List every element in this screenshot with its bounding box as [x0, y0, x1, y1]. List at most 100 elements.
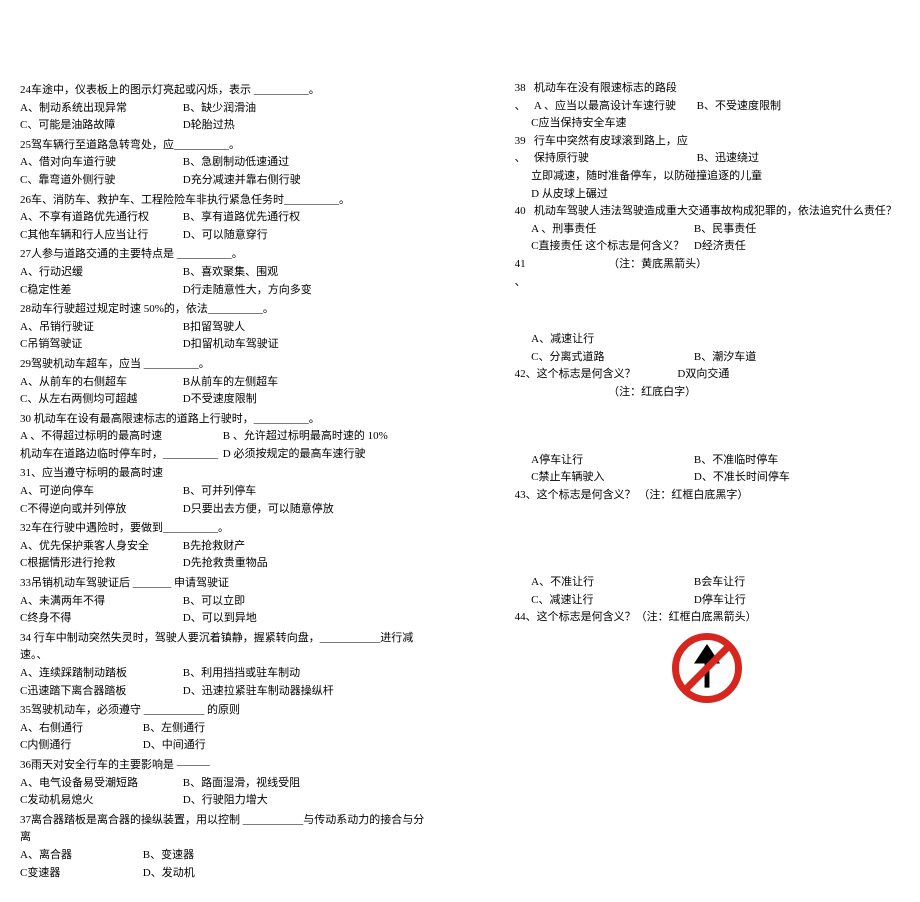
q28-option-c: C吊销驾驶证: [20, 336, 180, 354]
q34-option-a: A、连续踩踏制动踏板: [20, 665, 180, 683]
q40-num: 40: [515, 205, 526, 217]
q25-option-c: C、靠弯道外侧行驶: [20, 172, 180, 190]
q29-option-a: A、从前车的右侧超车: [20, 374, 180, 392]
q42-option-a: A停车让行: [531, 452, 691, 470]
q35-option-a: A、右侧通行: [20, 720, 140, 738]
q34-stem: 34 行车中制动突然失灵时，驾驶人要沉着镇静，握紧转向盘，___________…: [20, 630, 425, 665]
q42-note: （注：红底白字）: [608, 386, 696, 398]
q32-option-a: A、优先保护乘客人身安全: [20, 538, 180, 556]
q24-option-a: A、制动系统出现异常: [20, 100, 180, 118]
q39-stem: 行车中突然有皮球滚到路上，应: [534, 135, 688, 147]
q25-stem: 25驾车辆行至道路急转弯处，应__________。: [20, 137, 425, 155]
q32-option-c: C根据情形进行抢救: [20, 555, 180, 573]
q39-option-a: 保持原行驶: [534, 150, 694, 168]
q26-option-c: C其他车辆和行人应当让行: [20, 227, 180, 245]
q30-stem: 30 机动车在设有最高限速标志的道路上行驶时，__________。: [20, 411, 425, 429]
q34-option-b: B、利用挡挡或驻车制动: [183, 665, 343, 683]
q26-option-d: D、可以随意穿行: [183, 227, 343, 245]
q36-option-d: D、行驶阻力增大: [183, 792, 343, 810]
q36-option-b: B、路面湿滑，视线受阻: [183, 775, 343, 793]
q43-stem: 43、这个标志是何含义？ （注：红框白底黑字）: [515, 487, 900, 505]
q27-option-c: C稳定性差: [20, 282, 180, 300]
q33-option-d: D、可以到异地: [183, 610, 343, 628]
q33-option-b: B、可以立即: [183, 593, 343, 611]
q35-option-c: C内侧通行: [20, 737, 140, 755]
q30-option-c: 机动车在道路边临时停车时，__________: [20, 446, 220, 464]
q42-option-c: C禁止车辆驶入: [531, 469, 691, 487]
q35-option-d: D、中间通行: [143, 737, 263, 755]
q41-option-a: A、减速让行: [531, 331, 691, 349]
q30-option-d: D 必须按规定的最高车速行驶: [223, 446, 423, 464]
q37-option-b: B、变速器: [143, 847, 263, 865]
q32-option-b: B先抢救财产: [183, 538, 343, 556]
q28-option-d: D扣留机动车驾驶证: [183, 336, 343, 354]
q36-option-a: A、电气设备易受潮短路: [20, 775, 180, 793]
q34-option-c: C迅速踏下离合器踏板: [20, 683, 180, 701]
q24-option-c: C、可能是油路故障: [20, 117, 180, 135]
q42-stem: 42、这个标志是何含义？: [515, 366, 675, 384]
q28-stem: 28动车行驶超过规定时速 50%的，依法__________。: [20, 301, 425, 319]
q40-option-d: D经济责任: [694, 238, 854, 256]
q24-option-b: B、缺少润滑油: [183, 100, 343, 118]
q38-option-a: A 、应当以最高设计车速行驶: [534, 98, 694, 116]
q42-option-b: B、不准临时停车: [694, 452, 854, 470]
q27-stem: 27人参与道路交通的主要特点是 __________。: [20, 246, 425, 264]
q34-option-d: D、迅速拉紧驻车制动器操纵杆: [183, 683, 343, 701]
q38-option-c: C应当保持安全车速: [531, 117, 626, 129]
q39-option-b: B、迅速绕过: [697, 150, 857, 168]
q24-option-d: D轮胎过热: [183, 117, 343, 135]
q31-option-a: A、可逆向停车: [20, 483, 180, 501]
q41-option-bb: B、潮汐车道: [694, 349, 854, 367]
q43-option-a: A、不准让行: [531, 574, 691, 592]
q41-note: （注：黄底黑箭头）: [608, 258, 707, 270]
q35-stem: 35驾驶机动车，必须遵守 ___________ 的原则: [20, 702, 425, 720]
q26-option-b: B、享有道路优先通行权: [183, 209, 343, 227]
q40-option-c: C直接责任 这个标志是何含义？: [531, 238, 691, 256]
q44-stem: 44、这个标志是何含义？（注：红框白底黑箭头）: [515, 609, 900, 627]
q40-option-a: A 、刑事责任: [531, 221, 691, 239]
q43-option-c: C、减速让行: [531, 592, 691, 610]
q37-stem: 37离合器踏板是离合器的操纵装置，用以控制 ___________与传动系动力的…: [20, 812, 425, 847]
q33-option-a: A、未满两年不得: [20, 593, 180, 611]
q39-num: 39: [515, 135, 526, 147]
q25-option-d: D充分减速并靠右侧行驶: [183, 172, 343, 190]
q37-option-c: C变速器: [20, 865, 140, 883]
q31-option-b: B、可并列停车: [183, 483, 343, 501]
q43-option-d: D停车让行: [694, 592, 854, 610]
q39-option-d: D 从皮球上碾过: [531, 188, 608, 200]
q28-option-b: B扣留驾驶人: [183, 319, 343, 337]
q29-stem: 29驾驶机动车超车，应当 __________。: [20, 356, 425, 374]
q42-option-d: D双向交通: [677, 368, 729, 380]
q30-option-a: A 、不得超过标明的最高时速: [20, 428, 220, 446]
q41-num: 41: [515, 258, 526, 270]
q27-option-b: B、喜欢聚集、围观: [183, 264, 343, 282]
q31-option-d: D只要出去方便，可以随意停放: [183, 501, 343, 519]
q32-stem: 32车在行驶中遇险时，要做到__________。: [20, 520, 425, 538]
no-straight-sign-icon: [672, 633, 742, 703]
q33-stem: 33吊销机动车驾驶证后 _______ 申请驾驶证: [20, 575, 425, 593]
q25-option-b: B、急剧制动低速通过: [183, 154, 343, 172]
q30-option-b: B 、允许超过标明最高时速的 10%: [223, 428, 423, 446]
q29-option-d: D不受速度限制: [183, 391, 343, 409]
q32-option-d: D先抢救贵重物品: [183, 555, 343, 573]
q38-stem: 机动车在没有限速标志的路段: [534, 82, 677, 94]
q27-option-d: D行走随意性大，方向多变: [183, 282, 343, 300]
q33-option-c: C终身不得: [20, 610, 180, 628]
q39-option-c: 立即减速，随时准备停车，以防碰撞追逐的儿童: [531, 170, 762, 182]
q27-option-a: A、行动迟缓: [20, 264, 180, 282]
q26-stem: 26车、消防车、救护车、工程险险车非执行紧急任务时__________。: [20, 192, 425, 210]
q40-stem: 机动车驾驶人违法驾驶造成重大交通事故构成犯罪的，依法追究什么责任？: [534, 205, 897, 217]
q25-option-a: A、借对向车道行驶: [20, 154, 180, 172]
q41-option-c: C、分离式道路: [531, 349, 691, 367]
q29-option-c: C、从左右两侧均可超越: [20, 391, 180, 409]
q31-option-c: C不得逆向或并列停放: [20, 501, 180, 519]
q26-option-a: A、不享有道路优先通行权: [20, 209, 180, 227]
q42-option-d2: D、不准长时间停车: [694, 469, 854, 487]
q38-option-b: B、不受速度限制: [697, 98, 857, 116]
q38-num: 38: [515, 82, 526, 94]
q36-option-c: C发动机易熄火: [20, 792, 180, 810]
q40-option-b: B、民事责任: [694, 221, 854, 239]
q24-stem: 24车途中，仪表板上的图示灯亮起或闪烁，表示 __________。: [20, 82, 425, 100]
q28-option-a: A、吊销行驶证: [20, 319, 180, 337]
q35-option-b: B、左侧通行: [143, 720, 263, 738]
